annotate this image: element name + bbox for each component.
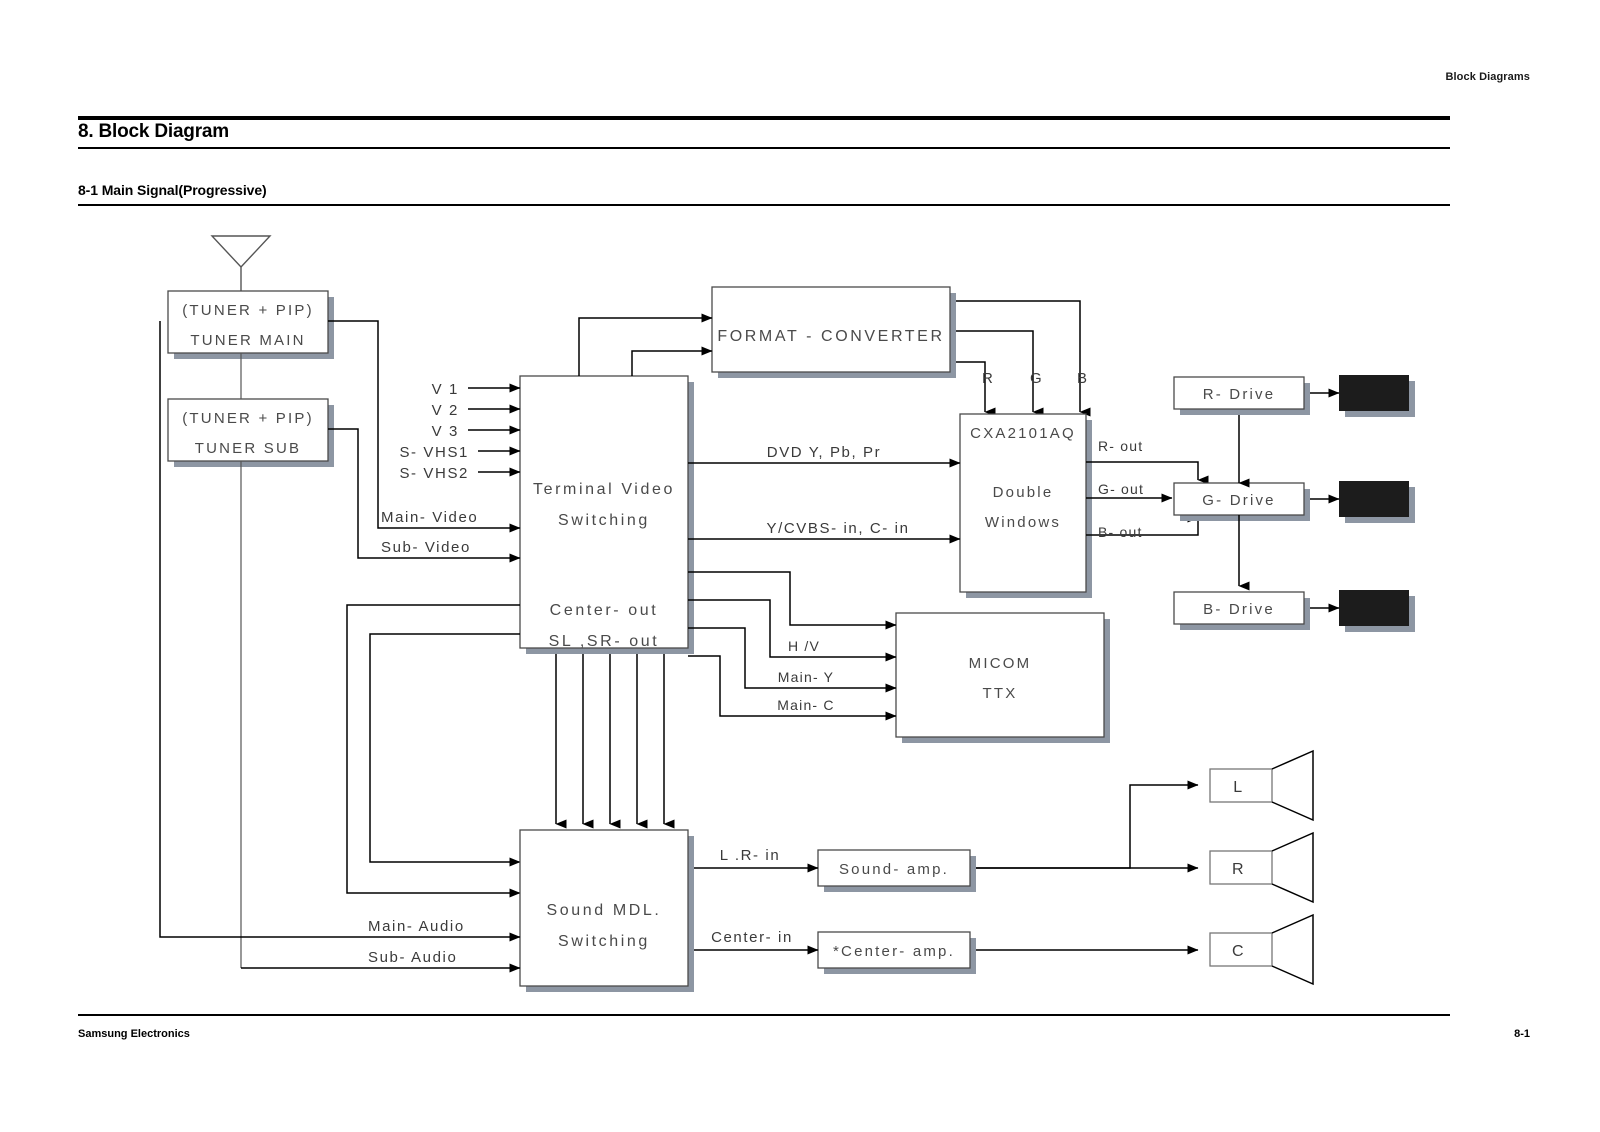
block-micom-ttx[interactable]: MICOM TTX <box>895 612 1110 743</box>
tap-label-r: R <box>982 370 993 387</box>
wire-r-out <box>1086 461 1209 485</box>
speaker-center-label: C <box>1232 943 1244 960</box>
block-center-amp[interactable]: *Center- amp. <box>817 931 976 974</box>
wire-amp-to-left-speaker <box>976 780 1199 869</box>
tuner-sub-label-line2: TUNER SUB <box>195 440 301 457</box>
tap-label-g: G <box>1030 370 1042 387</box>
block-diagram: (TUNER + PIP) TUNER MAIN (TUNER + PIP) T… <box>159 235 1415 992</box>
signal-label-hv: H /V <box>788 638 820 654</box>
cxa-label-line2: Windows <box>985 514 1061 531</box>
crt-output-r <box>1339 375 1415 417</box>
signal-label-lr-in: L .R- in <box>720 847 781 864</box>
micom-label-line2: TTX <box>983 685 1018 702</box>
input-label-v3: V 3 <box>432 423 459 440</box>
block-format-converter[interactable]: FORMAT - CONVERTER <box>711 286 956 378</box>
cxa-label-line1: Double <box>993 484 1054 501</box>
block-terminal-video-switching[interactable]: Terminal Video Switching Center- out SL … <box>519 375 694 654</box>
terminal-video-label-line2: Switching <box>558 512 650 529</box>
tuner-sub-label-line1: (TUNER + PIP) <box>182 410 314 427</box>
speaker-center: C <box>1209 913 1314 986</box>
input-label-main-audio: Main- Audio <box>368 918 465 935</box>
g-drive-label: G- Drive <box>1202 492 1275 509</box>
block-tuner-sub[interactable]: (TUNER + PIP) TUNER SUB <box>167 398 334 467</box>
tuner-main-label-line1: (TUNER + PIP) <box>182 302 314 319</box>
speaker-left: L <box>1209 749 1314 822</box>
wire-terminal-to-converter-1 <box>578 313 713 376</box>
wire-feedback-center-out <box>346 604 521 898</box>
format-converter-label: FORMAT - CONVERTER <box>717 328 944 345</box>
terminal-center-out-label: Center- out <box>550 602 659 619</box>
signal-label-dvd: DVD Y, Pb, Pr <box>767 444 881 461</box>
wire-converter-g <box>956 330 1044 417</box>
signal-label-g-out: G- out <box>1098 481 1144 497</box>
terminal-slsr-out-label: SL ,SR- out <box>549 633 660 650</box>
terminal-video-label-line1: Terminal Video <box>533 481 675 498</box>
input-label-main-video: Main- Video <box>381 509 478 526</box>
block-r-drive[interactable]: R- Drive <box>1173 376 1310 415</box>
wire-feedback-slsr-out <box>369 633 521 867</box>
input-label-svhs2: S- VHS2 <box>399 465 469 482</box>
block-cxa2101aq[interactable]: CXA2101AQ Double Windows <box>959 413 1092 598</box>
signal-label-b-out: B- out <box>1098 524 1143 540</box>
block-sound-mdl-switching[interactable]: Sound MDL. Switching <box>519 829 694 992</box>
wire-converter-b <box>956 300 1091 417</box>
speaker-left-label: L <box>1233 779 1242 796</box>
speaker-right-label: R <box>1232 861 1244 878</box>
wire-terminal-to-converter-2 <box>631 346 713 376</box>
antenna-icon <box>210 235 272 292</box>
sound-mdl-label-line2: Switching <box>558 933 650 950</box>
input-label-sub-audio: Sub- Audio <box>368 949 457 966</box>
input-label-svhs1: S- VHS1 <box>399 444 469 461</box>
block-g-drive[interactable]: G- Drive <box>1173 482 1310 521</box>
crt-output-g <box>1339 481 1415 523</box>
signal-label-ycvbs: Y/CVBS- in, C- in <box>766 520 909 537</box>
signal-label-center-in: Center- in <box>711 929 793 946</box>
tuner-main-label-line2: TUNER MAIN <box>190 332 305 349</box>
signal-label-main-c: Main- C <box>777 697 834 713</box>
input-label-v2: V 2 <box>432 402 459 419</box>
sound-amp-label: Sound- amp. <box>839 861 949 878</box>
block-tuner-main[interactable]: (TUNER + PIP) TUNER MAIN <box>167 290 334 359</box>
wire-main-video <box>328 320 521 533</box>
tap-label-b: B <box>1077 370 1088 387</box>
block-b-drive[interactable]: B- Drive <box>1173 591 1310 630</box>
block-sound-amp[interactable]: Sound- amp. <box>817 849 976 892</box>
center-amp-label: *Center- amp. <box>833 943 955 960</box>
r-drive-label: R- Drive <box>1203 386 1276 403</box>
page-canvas: Block Diagrams 8. Block Diagram 8-1 Main… <box>0 0 1600 1132</box>
input-label-v1: V 1 <box>432 381 459 398</box>
speaker-right: R <box>1209 831 1314 904</box>
sound-mdl-label-line1: Sound MDL. <box>547 902 662 919</box>
input-label-sub-video: Sub- Video <box>381 539 471 556</box>
wire-terminal-to-micom-top <box>688 571 897 630</box>
wire-converter-r <box>956 361 996 417</box>
signal-label-main-y: Main- Y <box>778 669 834 685</box>
cxa-chip-label: CXA2101AQ <box>970 425 1076 442</box>
micom-label-line1: MICOM <box>969 655 1032 672</box>
crt-output-b <box>1339 590 1415 632</box>
signal-label-r-out: R- out <box>1098 438 1143 454</box>
b-drive-label: B- Drive <box>1203 601 1275 618</box>
